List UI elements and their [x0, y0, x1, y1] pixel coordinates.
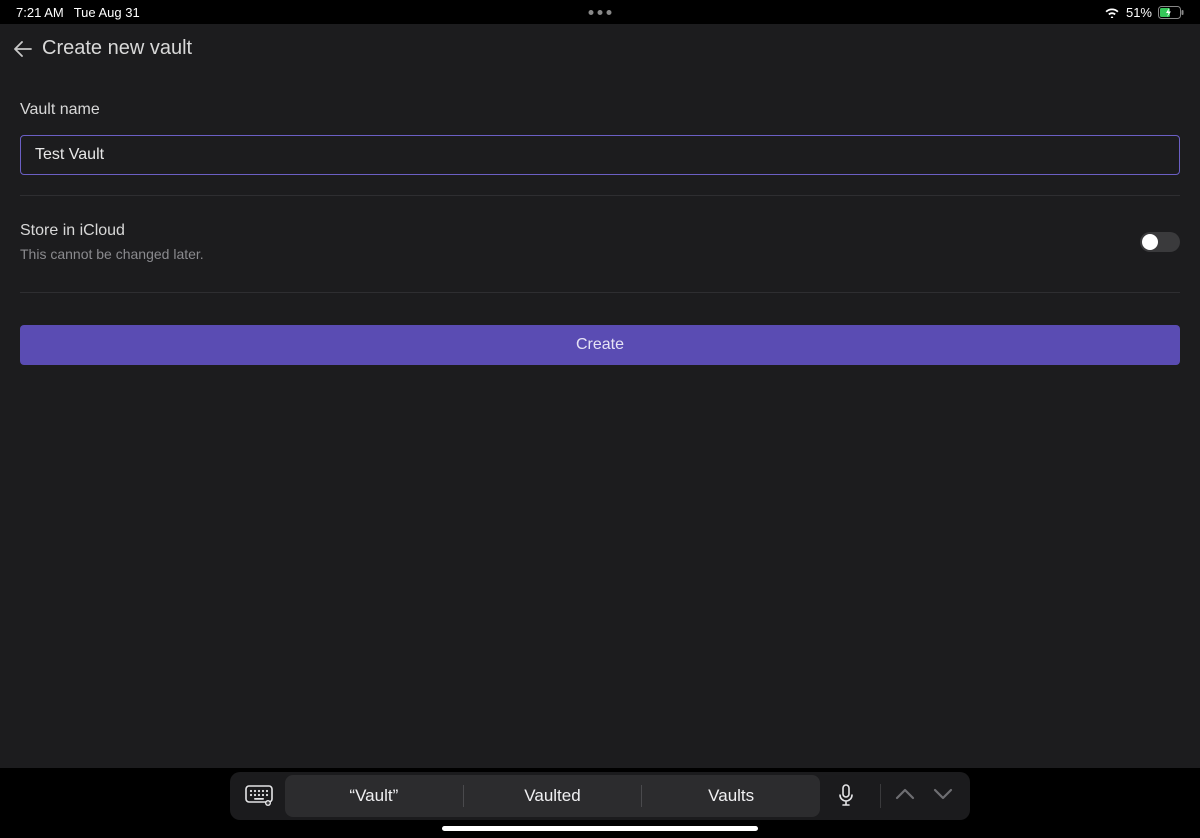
microphone-icon[interactable]: [820, 784, 872, 808]
status-right: 51%: [1104, 5, 1184, 20]
status-left: 7:21 AM Tue Aug 31: [16, 5, 140, 20]
chevron-up-icon[interactable]: [895, 787, 915, 806]
suggestion-2[interactable]: Vaulted: [464, 775, 642, 817]
suggestion-3[interactable]: Vaults: [642, 775, 820, 817]
keyboard-icon[interactable]: [233, 785, 285, 807]
status-bar: 7:21 AM Tue Aug 31 51%: [0, 0, 1200, 24]
battery-percent: 51%: [1126, 5, 1152, 20]
status-date: Tue Aug 31: [74, 5, 140, 20]
keyboard-suggestion-area: “Vault” Vaulted Vaults: [0, 768, 1200, 838]
icloud-subtitle: This cannot be changed later.: [20, 246, 204, 262]
vertical-separator: [880, 784, 881, 808]
divider: [20, 292, 1180, 293]
multitask-dots-icon[interactable]: [589, 10, 612, 15]
vault-name-section: Vault name: [20, 73, 1180, 175]
page-header: Create new vault: [0, 24, 1200, 73]
wifi-icon: [1104, 6, 1120, 18]
undo-redo-group: [889, 787, 967, 806]
content-area: Vault name Store in iCloud This cannot b…: [0, 73, 1200, 838]
icloud-row: Store in iCloud This cannot be changed l…: [20, 196, 1180, 262]
toggle-knob: [1142, 234, 1158, 250]
create-button[interactable]: Create: [20, 325, 1180, 365]
suggestion-bar: “Vault” Vaulted Vaults: [230, 772, 970, 820]
page-title: Create new vault: [42, 37, 192, 60]
home-indicator[interactable]: [442, 826, 758, 831]
status-time: 7:21 AM: [16, 5, 64, 20]
icloud-title: Store in iCloud: [20, 222, 204, 240]
suggestion-1[interactable]: “Vault”: [285, 775, 463, 817]
back-arrow-icon[interactable]: [14, 41, 32, 57]
chevron-down-icon[interactable]: [933, 787, 953, 806]
vault-name-input[interactable]: [20, 135, 1180, 175]
suggestion-pill: “Vault” Vaulted Vaults: [285, 775, 820, 817]
battery-icon: [1158, 6, 1184, 19]
icloud-toggle[interactable]: [1140, 232, 1180, 252]
vault-name-label: Vault name: [20, 101, 1180, 119]
